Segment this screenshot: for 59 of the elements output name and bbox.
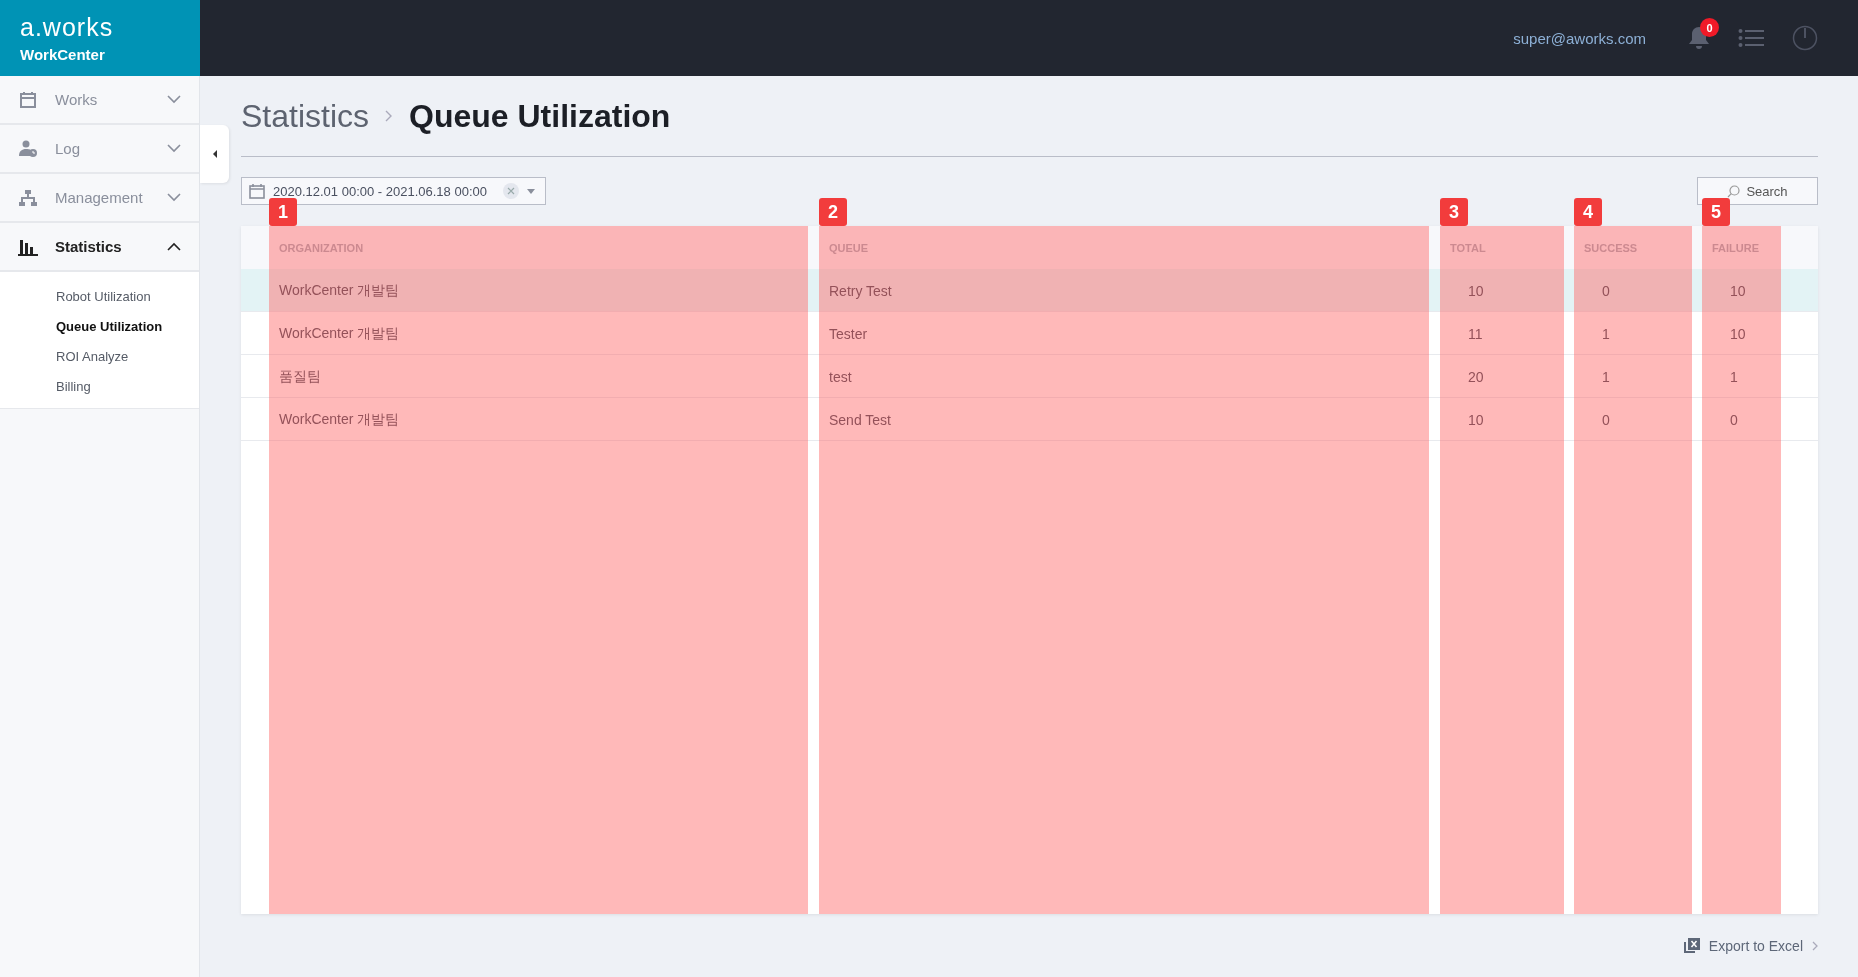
hierarchy-icon [18, 188, 38, 207]
table-cell-text: WorkCenter 개발팀 [278, 280, 401, 300]
caret-left-icon [211, 149, 218, 159]
number-badge: 1 [269, 198, 297, 226]
table-cell-text: 10 [1467, 281, 1485, 301]
chevron-down-icon [167, 193, 181, 202]
table-cell-text: WorkCenter 개발팀 [278, 409, 401, 429]
number-badge: 4 [1574, 198, 1602, 226]
collapse-button[interactable] [200, 125, 229, 183]
search-icon [1727, 184, 1741, 198]
table-cell-text: 10 [1729, 324, 1747, 344]
submenu-item[interactable]: Billing [0, 372, 199, 402]
table-cell-text: 1 [1601, 367, 1611, 387]
submenu-item[interactable]: Robot Utilization [0, 282, 199, 312]
excel-icon [1683, 938, 1700, 953]
product-name: WorkCenter [20, 45, 106, 63]
chevron-right-icon [1812, 940, 1818, 951]
power-icon[interactable] [1792, 25, 1818, 51]
submenu-item[interactable]: ROI Analyze [0, 342, 199, 372]
table-cell-text: 10 [1729, 281, 1747, 301]
export-link[interactable]: Export to Excel [1683, 937, 1818, 954]
chevron-up-icon [167, 242, 181, 251]
chevron-right-icon [385, 110, 394, 122]
table-cell-text: 10 [1467, 410, 1485, 430]
logo: a.works [20, 13, 115, 40]
clear-icon[interactable] [503, 183, 519, 199]
number-badge: 3 [1440, 198, 1468, 226]
notification-badge: 0 [1700, 18, 1719, 37]
table-cell-text: 1 [1729, 367, 1739, 387]
chevron-down-icon [167, 95, 181, 104]
list-icon[interactable] [1738, 28, 1764, 48]
table-cell-text: Retry Test [828, 281, 893, 301]
bar-chart-icon [18, 237, 38, 256]
table-cell-text: test [828, 367, 853, 387]
breadcrumb-link[interactable]: Statistics [241, 97, 370, 135]
table-cell-text: 0 [1729, 410, 1739, 430]
table-cell-text: 11 [1467, 324, 1484, 344]
bell-icon[interactable] [1688, 26, 1710, 50]
table-cell-text: 0 [1601, 281, 1611, 301]
table-cell-text: Tester [828, 324, 869, 344]
table-row[interactable] [241, 269, 1818, 312]
dropdown-arrow-icon[interactable] [527, 188, 535, 194]
number-badge: 5 [1702, 198, 1730, 226]
chevron-down-icon [167, 144, 181, 153]
user-email[interactable]: super@aworks.com [1513, 29, 1646, 47]
date-range-field[interactable]: 2020.12.01 00:00 - 2021.06.18 00:00 [241, 177, 546, 205]
calendar-icon [18, 90, 38, 109]
table-cell-text: 품질팀 [278, 366, 322, 386]
page-title: Queue Utilization [409, 97, 671, 135]
search-button[interactable]: Search [1697, 177, 1818, 205]
table-cell-text: 20 [1467, 367, 1485, 387]
table-cell-text: 1 [1601, 324, 1611, 344]
number-badge: 2 [819, 198, 847, 226]
calendar-icon [249, 183, 265, 199]
table-cell-text: Send Test [828, 410, 892, 430]
table-cell-text: 0 [1601, 410, 1611, 430]
user-clock-icon [18, 139, 38, 158]
table-cell-text: WorkCenter 개발팀 [278, 323, 401, 343]
submenu-item[interactable]: Queue Utilization [0, 312, 199, 342]
